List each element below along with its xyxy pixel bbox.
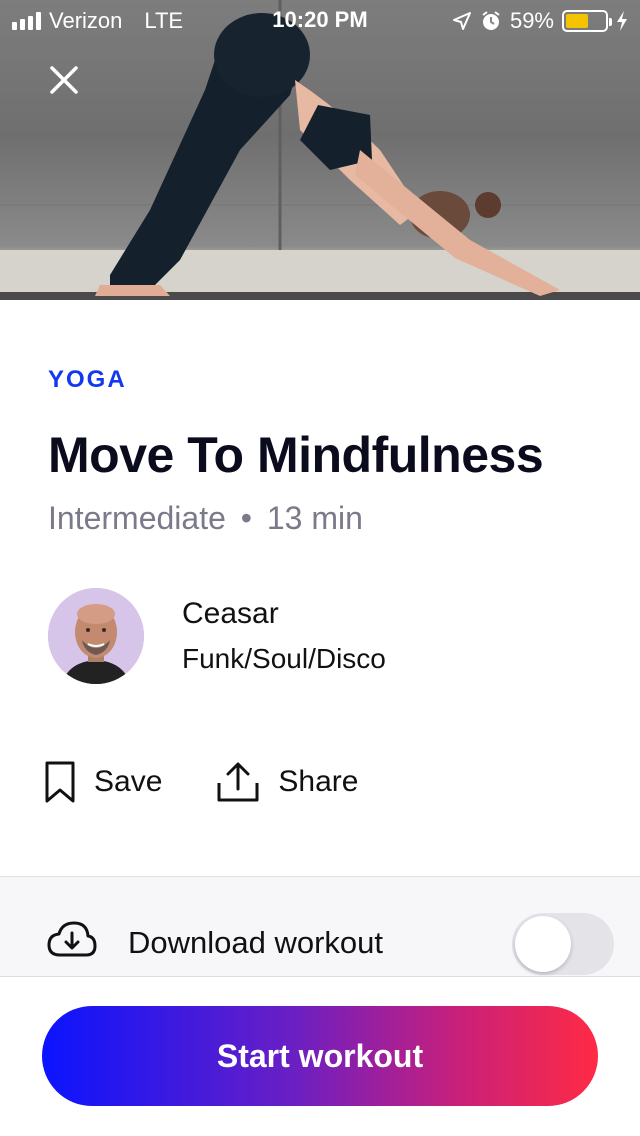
- start-workout-button[interactable]: Start workout: [42, 1006, 598, 1106]
- status-bar: Verizon LTE 10:20 PM 59%: [0, 0, 640, 40]
- location-arrow-icon: [452, 12, 471, 30]
- share-icon: [217, 762, 259, 802]
- workout-category: YOGA: [48, 366, 127, 393]
- share-label: Share: [278, 765, 359, 798]
- close-button[interactable]: [40, 56, 88, 104]
- meta-separator: •: [240, 500, 252, 536]
- workout-title: Move To Mindfulness: [48, 427, 544, 483]
- workout-duration: 13 min: [266, 500, 363, 536]
- charging-bolt-icon: [617, 11, 627, 31]
- workout-meta: Intermediate • 13 min: [48, 500, 363, 537]
- cloud-download-icon: [47, 921, 97, 957]
- battery-icon: [562, 10, 612, 32]
- battery-level: [566, 14, 589, 28]
- instructor-row[interactable]: Ceasar Funk/Soul/Disco: [48, 588, 386, 684]
- save-button[interactable]: Save: [44, 760, 162, 804]
- divider: [0, 976, 640, 977]
- save-label: Save: [94, 765, 163, 798]
- yoga-pose-illustration: [0, 0, 640, 300]
- status-right: 59%: [452, 8, 628, 34]
- alarm-icon: [482, 11, 500, 30]
- avatar: [48, 588, 144, 684]
- download-toggle[interactable]: [512, 913, 614, 975]
- instructor-text: Ceasar Funk/Soul/Disco: [182, 597, 386, 675]
- download-label: Download workout: [128, 925, 384, 960]
- instructor-photo: [48, 588, 144, 684]
- bookmark-icon: [45, 761, 75, 803]
- download-row: Download workout: [0, 877, 640, 977]
- hero-image: [0, 0, 640, 300]
- workout-level: Intermediate: [48, 500, 226, 536]
- instructor-name: Ceasar: [182, 597, 279, 630]
- music-genre: Funk/Soul/Disco: [182, 643, 386, 674]
- action-row: Save Share: [44, 760, 412, 804]
- share-button[interactable]: Share: [216, 761, 358, 803]
- battery-percent: 59%: [509, 8, 554, 33]
- close-icon: [50, 66, 78, 94]
- toggle-knob: [515, 916, 571, 972]
